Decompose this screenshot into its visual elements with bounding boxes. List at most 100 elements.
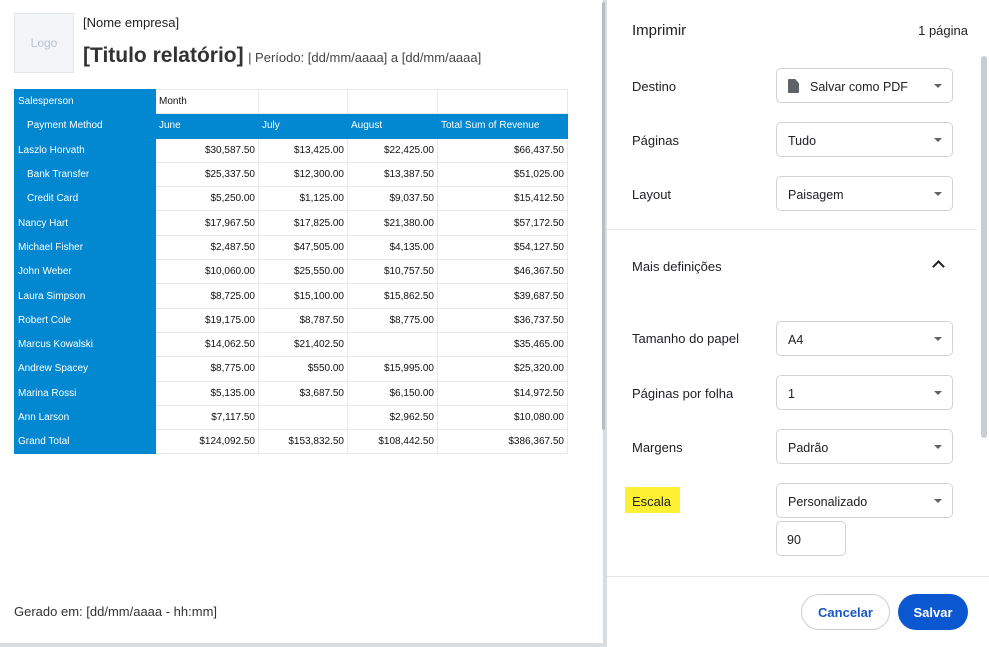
table-cell: $13,425.00 xyxy=(258,137,348,163)
table-cell: $25,320.00 xyxy=(437,356,568,382)
table-cell: $3,687.50 xyxy=(258,380,348,406)
logo-text: Logo xyxy=(30,36,58,50)
report-period: | Período: [dd/mm/aaaa] a [dd/mm/aaaa] xyxy=(248,50,482,65)
row-label: Ann Larson xyxy=(14,404,156,431)
table-cell: $8,725.00 xyxy=(155,283,259,309)
table-row: Laura Simpson $8,725.00 $15,100.00 $15,862.… xyxy=(14,283,568,309)
table-cell: $124,092.50 xyxy=(155,429,259,455)
logo-placeholder: Logo xyxy=(14,13,74,73)
table-cell: $22,425.00 xyxy=(347,137,438,163)
table-cell: $8,787.50 xyxy=(258,307,348,333)
row-label: Michael Fisher xyxy=(14,234,156,261)
paper-size-label: Tamanho do papel xyxy=(632,331,739,346)
table-cell: $8,775.00 xyxy=(347,307,438,333)
margins-select[interactable]: Padrão xyxy=(776,429,953,464)
scale-custom-input[interactable]: 90 xyxy=(776,521,846,556)
table-row: Marcus Kowalski $14,062.50 $21,402.50 $35,4… xyxy=(14,331,568,358)
dropdown-arrow-icon xyxy=(934,391,942,395)
table-cell: $15,862.50 xyxy=(347,283,438,309)
table-row: Michael Fisher $2,487.50 $47,505.00 $4,135.… xyxy=(14,234,568,261)
report-title: [Titulo relatório] xyxy=(83,44,244,67)
table-row: John Weber $10,060.00 $25,550.00 $10,757.50… xyxy=(14,259,568,285)
table-header-row: Salesperson Month xyxy=(14,88,568,115)
table-cell: $5,135.00 xyxy=(155,380,259,406)
cancel-button[interactable]: Cancelar xyxy=(801,594,890,630)
row-label: John Weber xyxy=(14,259,156,285)
dropdown-arrow-icon xyxy=(934,192,942,196)
table-cell: $30,587.50 xyxy=(155,137,259,163)
row-label: Laura Simpson xyxy=(14,283,156,309)
column-header: July xyxy=(258,113,348,139)
pages-per-sheet-label: Páginas por folha xyxy=(632,386,734,401)
settings-scrollbar[interactable] xyxy=(981,56,987,438)
chevron-up-icon[interactable] xyxy=(932,260,945,273)
table-cell: $6,150.00 xyxy=(347,380,438,406)
scale-label: Escala xyxy=(632,494,672,509)
report-header: [Titulo relatório] | Período: [dd/mm/aaa… xyxy=(83,44,481,68)
table-cell: $550.00 xyxy=(258,356,348,382)
table-cell: $1,125.00 xyxy=(258,186,348,212)
more-settings-toggle[interactable]: Mais definições xyxy=(632,259,722,274)
table-row: Grand Total $124,092.50 $153,832.50 $108,44… xyxy=(14,429,568,455)
table-row: Nancy Hart $17,967.50 $17,825.00 $21,380.00… xyxy=(14,210,568,236)
pages-per-sheet-select[interactable]: 1 xyxy=(776,375,953,410)
table-cell: $153,832.50 xyxy=(258,429,348,455)
layout-value: Paisagem xyxy=(788,188,844,202)
column-header: Total Sum of Revenue xyxy=(437,113,568,139)
row-label: Nancy Hart xyxy=(14,210,156,236)
table-cell: $17,825.00 xyxy=(258,210,348,236)
table-cell: $46,367.50 xyxy=(437,259,568,285)
save-button[interactable]: Salvar xyxy=(898,594,968,630)
dropdown-arrow-icon xyxy=(934,84,942,88)
table-cell: $4,135.00 xyxy=(347,234,438,261)
row-label: Marcus Kowalski xyxy=(14,331,156,358)
table-row: Bank Transfer $25,337.50 $12,300.00 $13,387… xyxy=(14,161,568,188)
table-cell: $25,550.00 xyxy=(258,259,348,285)
table-cell: $51,025.00 xyxy=(437,161,568,188)
table-cell: $2,962.50 xyxy=(347,404,438,431)
company-name: [Nome empresa] xyxy=(83,15,180,30)
table-cell: $10,080.00 xyxy=(437,404,568,431)
table-cell: $108,442.50 xyxy=(347,429,438,455)
table-cell: $36,737.50 xyxy=(437,307,568,333)
dropdown-arrow-icon xyxy=(934,499,942,503)
table-row: Credit Card $5,250.00 $1,125.00 $9,037.50 $1… xyxy=(14,186,568,212)
table-cell: $39,687.50 xyxy=(437,283,568,309)
table-cell: $35,465.00 xyxy=(437,331,568,358)
table-cell: $47,505.00 xyxy=(258,234,348,261)
table-cell: $17,967.50 xyxy=(155,210,259,236)
table-cell: $54,127.50 xyxy=(437,234,568,261)
table-cell xyxy=(347,331,438,358)
table-cell: $21,380.00 xyxy=(347,210,438,236)
empty-cell xyxy=(258,88,348,115)
dialog-title: Imprimir xyxy=(632,22,687,39)
table-cell: $9,037.50 xyxy=(347,186,438,212)
month-header: Month xyxy=(155,88,259,115)
preview-scrollbar[interactable] xyxy=(602,2,605,430)
table-cell: $10,060.00 xyxy=(155,259,259,285)
empty-cell xyxy=(437,88,568,115)
table-cell: $2,487.50 xyxy=(155,234,259,261)
layout-select[interactable]: Paisagem xyxy=(776,176,953,211)
margins-label: Margens xyxy=(632,440,683,455)
dropdown-arrow-icon xyxy=(934,138,942,142)
column-header: June xyxy=(155,113,259,139)
pages-select[interactable]: Tudo xyxy=(776,122,953,157)
table-row: Ann Larson $7,117.50 $2,962.50 $10,080.00 xyxy=(14,404,568,431)
document-icon xyxy=(788,79,799,93)
generated-timestamp: Gerado em: [dd/mm/aaaa - hh:mm] xyxy=(14,604,218,619)
row-label: Credit Card xyxy=(14,186,156,212)
destination-select[interactable]: Salvar como PDF xyxy=(776,68,953,103)
scale-select[interactable]: Personalizado xyxy=(776,483,953,518)
salesperson-header: Salesperson xyxy=(14,88,156,115)
column-header: August xyxy=(347,113,438,139)
scale-value: Personalizado xyxy=(788,495,868,509)
table-row: Robert Cole $19,175.00 $8,787.50 $8,775.00 $… xyxy=(14,307,568,333)
table-cell: $386,367.50 xyxy=(437,429,568,455)
table-cell: $21,402.50 xyxy=(258,331,348,358)
table-cell: $14,062.50 xyxy=(155,331,259,358)
page-count: 1 página xyxy=(918,23,968,38)
paper-size-select[interactable]: A4 xyxy=(776,321,953,356)
print-settings-panel: Imprimir 1 página Destino Salvar como PD… xyxy=(607,0,989,647)
pages-label: Páginas xyxy=(632,133,679,148)
